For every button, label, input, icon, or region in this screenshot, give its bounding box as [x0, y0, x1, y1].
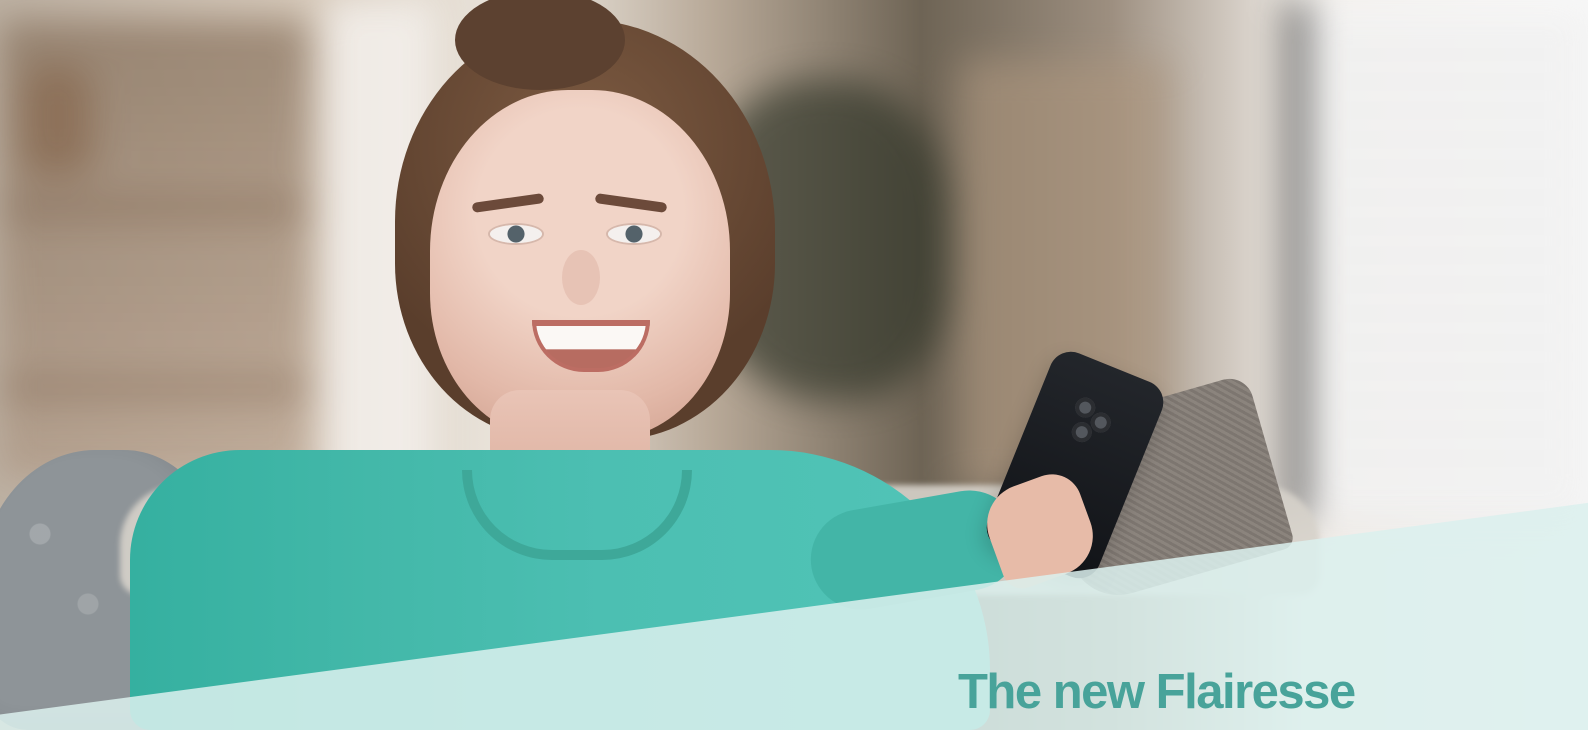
headline-prefix: The new — [958, 665, 1145, 719]
nose — [562, 250, 600, 305]
decor-vase — [22, 65, 92, 175]
brand-name: Flairesse — [1155, 665, 1357, 719]
hero-headline: The new Flairesse — [958, 665, 1357, 719]
window-frame — [1285, 0, 1309, 520]
left-eye — [490, 225, 542, 243]
window-blinds — [1310, 0, 1588, 520]
right-eye — [608, 225, 660, 243]
hero-photo: The new Flairesse — [0, 0, 1588, 730]
